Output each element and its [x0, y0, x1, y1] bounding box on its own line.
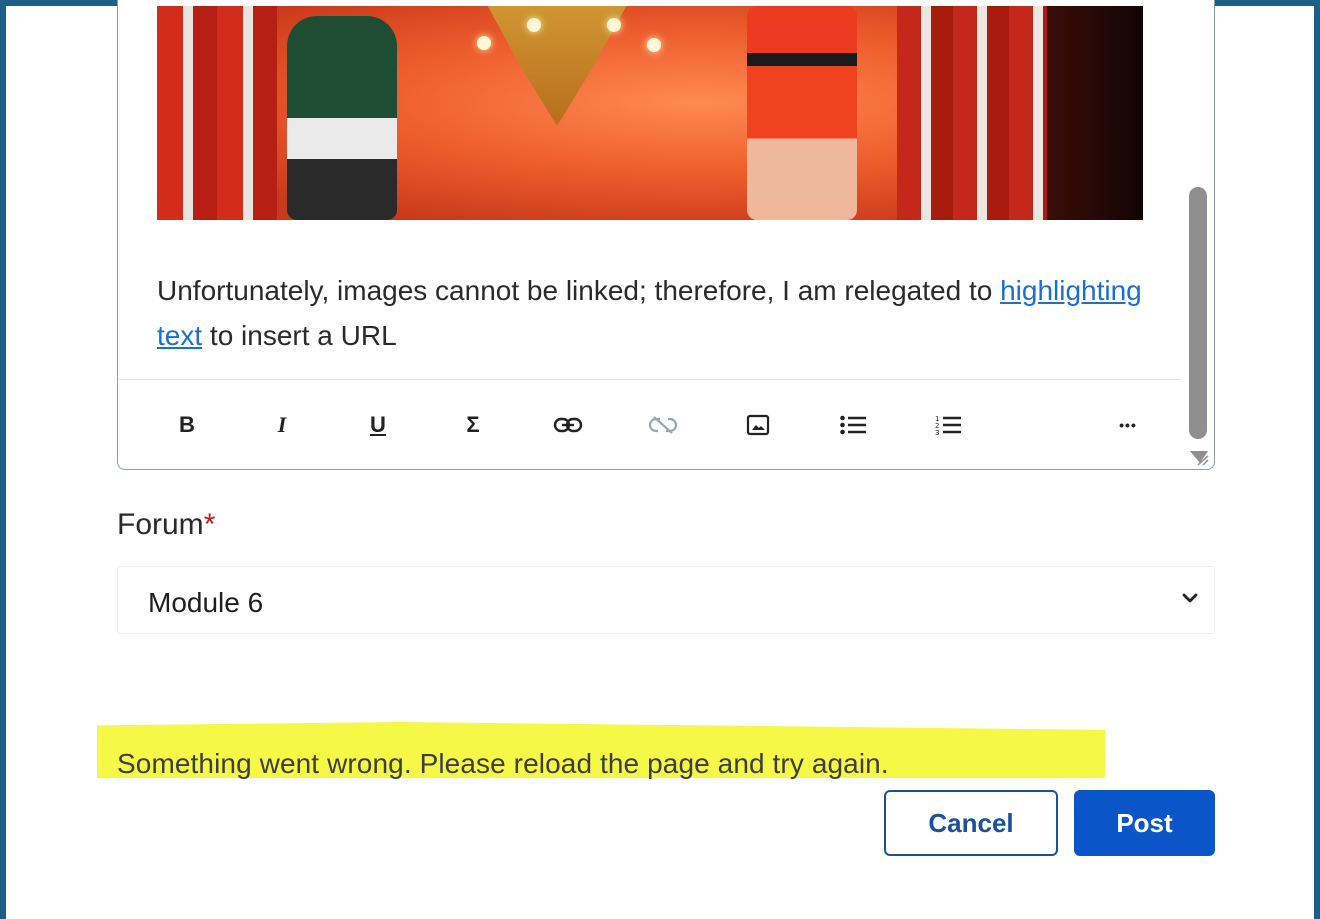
bold-button[interactable]: B: [162, 400, 212, 450]
sigma-icon: Σ: [466, 412, 480, 437]
numbered-list-icon: 1 2 3: [935, 415, 961, 437]
required-mark: *: [203, 508, 216, 541]
embedded-image: [157, 6, 1143, 220]
bulleted-list-button[interactable]: [828, 400, 878, 450]
italic-icon: I: [277, 412, 287, 437]
bulb: [607, 18, 621, 32]
ellipsis-icon: •••: [1119, 417, 1137, 433]
editor-scrollbar[interactable]: [1189, 187, 1207, 439]
bulb: [527, 18, 541, 32]
editor-content[interactable]: Unfortunately, images cannot be linked; …: [157, 268, 1157, 358]
bulb: [477, 36, 491, 50]
image-icon: [746, 414, 770, 436]
chevron-down-icon: [1182, 593, 1198, 603]
curtain-left: [157, 6, 277, 220]
link-icon: [553, 417, 583, 433]
post-button[interactable]: Post: [1074, 790, 1215, 856]
insert-image-button[interactable]: [733, 400, 783, 450]
toolbar-divider: [118, 379, 1182, 380]
forum-label-text: Forum: [117, 508, 204, 541]
underline-icon: U: [370, 412, 386, 437]
remove-link-button: [638, 400, 688, 450]
performer-left: [287, 16, 397, 220]
error-message: Something went wrong. Please reload the …: [117, 748, 889, 779]
underline-button[interactable]: U: [353, 400, 403, 450]
equation-button[interactable]: Σ: [448, 400, 498, 450]
bulb: [647, 38, 661, 52]
forum-select[interactable]: Module 6: [117, 566, 1215, 634]
resize-grip-icon[interactable]: [1188, 449, 1210, 467]
svg-text:3: 3: [935, 429, 939, 437]
formatting-toolbar: B I U Σ 1 2 3 •••: [158, 400, 1168, 450]
content-text-before: Unfortunately, images cannot be linked; …: [157, 275, 1001, 306]
numbered-list-button[interactable]: 1 2 3: [923, 400, 973, 450]
marquee-star: [466, 6, 648, 126]
bulleted-list-icon: [840, 415, 866, 435]
cancel-button[interactable]: Cancel: [884, 790, 1058, 856]
curtain-right: [897, 6, 1047, 220]
performer-right: [747, 6, 857, 220]
forum-label: Forum*: [117, 508, 215, 542]
insert-link-button[interactable]: [543, 400, 593, 450]
more-options-button[interactable]: •••: [1103, 400, 1153, 450]
content-text-after: to insert a URL: [202, 320, 397, 351]
unlink-icon: [648, 416, 678, 434]
post-editor[interactable]: Unfortunately, images cannot be linked; …: [117, 0, 1215, 470]
backdrop-dark: [1047, 6, 1143, 220]
italic-button[interactable]: I: [257, 400, 307, 450]
bold-icon: B: [179, 412, 195, 437]
forum-selected-value: Module 6: [148, 587, 264, 618]
